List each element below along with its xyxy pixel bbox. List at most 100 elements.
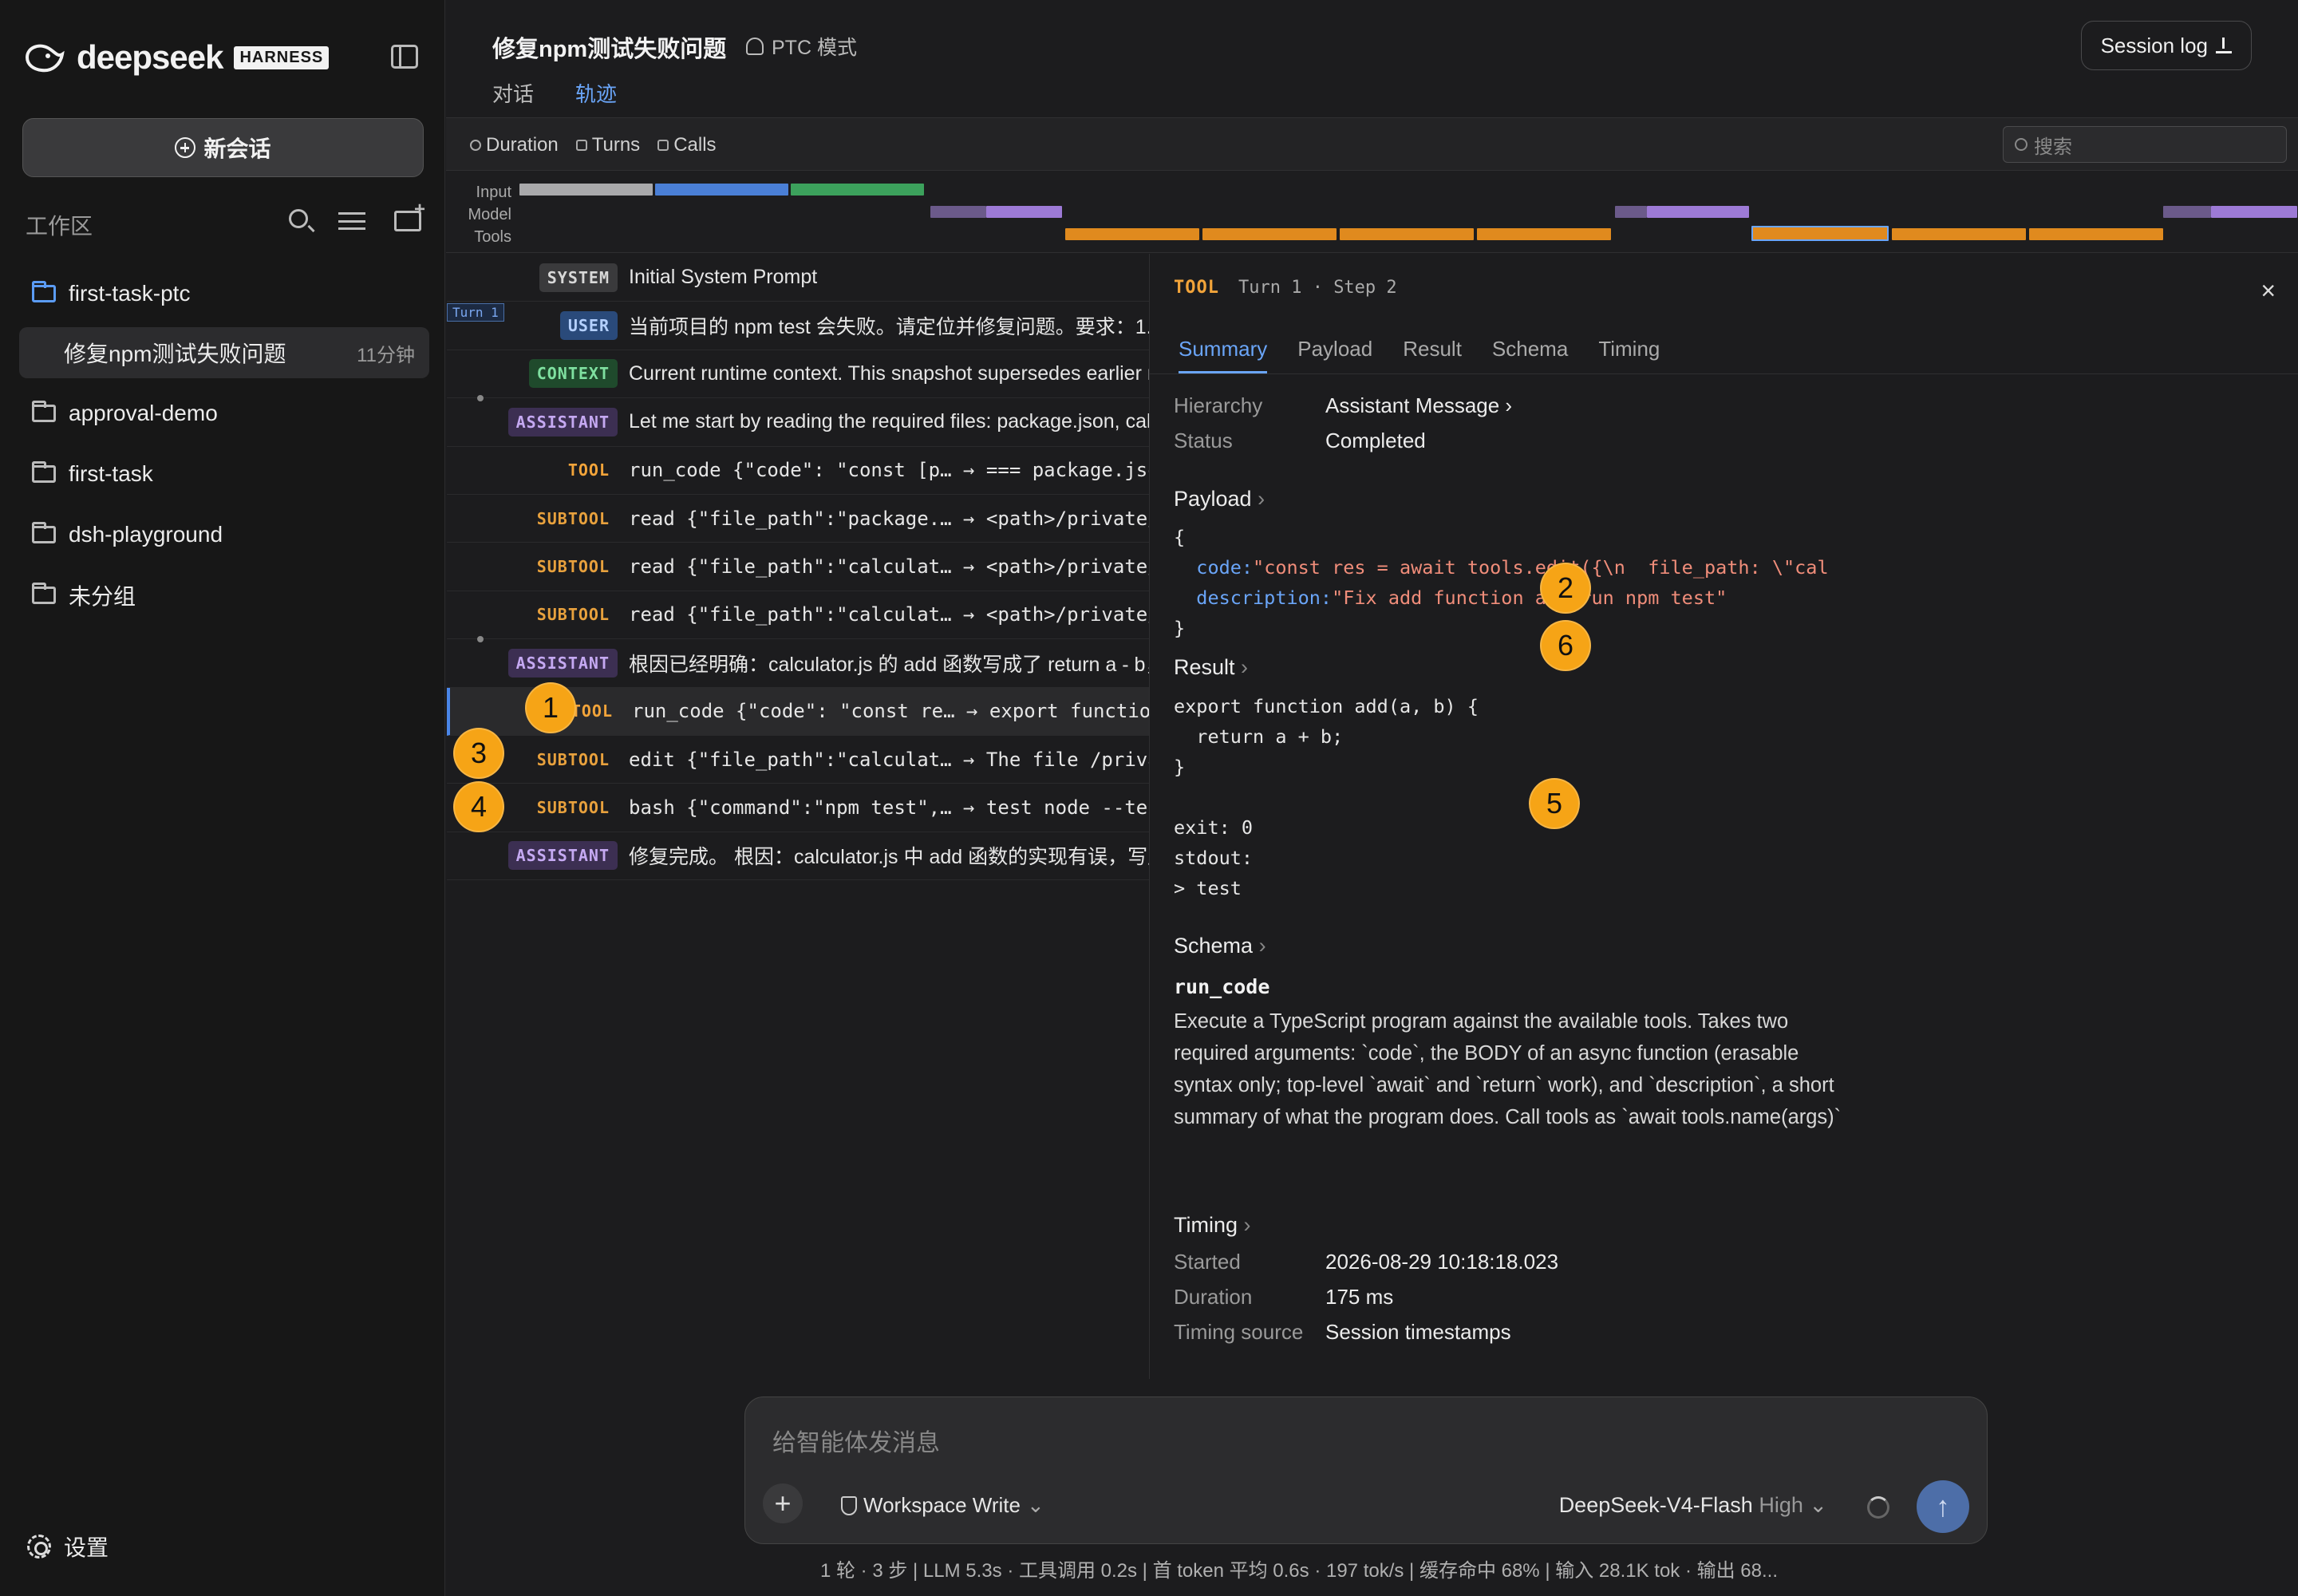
detail-tab-result[interactable]: Result xyxy=(1403,337,1462,374)
clock-icon xyxy=(470,140,481,151)
folder-open-icon xyxy=(32,281,56,302)
schema-section-title[interactable]: Schema xyxy=(1174,934,1266,958)
schema-name: run_code xyxy=(1174,975,1270,998)
timeline-bar-model[interactable] xyxy=(2163,206,2211,218)
workspace-tools xyxy=(287,199,425,231)
payload-code: { code:"const res = await tools.edit({\n… xyxy=(1174,526,1829,639)
session-item-age: 11分钟 xyxy=(357,344,415,366)
timeline-bar-input[interactable] xyxy=(519,184,653,196)
trace-toolbar: Duration Turns Calls 搜索 xyxy=(446,118,2298,171)
kind-badge: TOOL xyxy=(567,460,610,480)
result-section-title[interactable]: Result xyxy=(1174,655,1248,680)
workspace-item-first-task-ptc[interactable]: first-task-ptc xyxy=(19,263,429,324)
timeline-bar-tool[interactable] xyxy=(1477,228,1611,240)
session-item[interactable]: 修复npm测试失败问题 11分钟 xyxy=(19,327,429,378)
session-log-button[interactable]: Session log xyxy=(2080,21,2252,70)
step-dot xyxy=(477,395,484,402)
started-row: Started 2026-08-29 10:18:18.023 xyxy=(1174,1250,1558,1274)
timeline-bar-model[interactable] xyxy=(986,206,1062,218)
timeline-bar-tool-selected[interactable] xyxy=(1751,226,1889,241)
status-value: Completed xyxy=(1325,429,1426,452)
kind-badge: ASSISTANT xyxy=(507,841,618,871)
arrow-up-icon: ↑ xyxy=(1936,1490,1950,1523)
loading-spinner-icon xyxy=(1867,1496,1889,1519)
whale-logo-icon xyxy=(25,44,65,73)
timeline-bar-tool[interactable] xyxy=(1340,228,1474,240)
logo[interactable]: deepseek HARNESS xyxy=(24,38,330,77)
close-icon[interactable]: × xyxy=(2260,276,2276,306)
annotation-marker-3: 3 xyxy=(453,728,504,779)
timeline-label-tools: Tools xyxy=(474,228,511,246)
download-icon xyxy=(2216,38,2232,53)
detail-tab-payload[interactable]: Payload xyxy=(1297,337,1372,374)
timing-source-row: Timing source Session timestamps xyxy=(1174,1320,1511,1345)
timing-section-title[interactable]: Timing xyxy=(1174,1213,1251,1238)
timeline-bar-tool[interactable] xyxy=(2029,228,2163,240)
detail-step: Turn 1 · Step 2 xyxy=(1238,278,1397,298)
annotation-marker-2: 2 xyxy=(1540,563,1591,614)
list-icon xyxy=(657,140,669,151)
status-label: Status xyxy=(1174,429,1233,452)
search-icon[interactable] xyxy=(289,209,308,228)
workspace-item-dsh-playground[interactable]: dsh-playground xyxy=(19,504,429,565)
timeline-bar-input[interactable] xyxy=(655,184,788,196)
detail-tab-timing[interactable]: Timing xyxy=(1598,337,1660,374)
search-icon xyxy=(2015,138,2028,151)
workspace-item-first-task[interactable]: first-task xyxy=(19,444,429,504)
permission-selector[interactable]: Workspace Write ⌄ xyxy=(841,1493,1044,1518)
duration-label: Duration xyxy=(486,134,559,156)
new-chat-button[interactable]: 新会话 xyxy=(22,118,424,177)
workspace-label: 工作区 xyxy=(26,214,93,239)
timeline-bar-tool[interactable] xyxy=(1892,228,2026,240)
session-stats: 1 轮 · 3 步 | LLM 5.3s · 工具调用 0.2s | 首 tok… xyxy=(820,1560,1778,1582)
workspace-item-label: first-task xyxy=(69,461,153,486)
detail-tab-summary[interactable]: Summary xyxy=(1179,337,1268,374)
send-button[interactable]: ↑ xyxy=(1917,1480,1969,1533)
payload-section-title[interactable]: Payload xyxy=(1174,487,1265,512)
turns-button[interactable]: Turns xyxy=(575,134,641,156)
payload-value: "const res = await tools.edit({\n file_p… xyxy=(1253,556,1829,579)
workspace-item-label: 未分组 xyxy=(69,584,136,609)
workspace-item-label: first-task-ptc xyxy=(69,281,191,306)
message-composer[interactable]: 给智能体发消息 + Workspace Write ⌄ DeepSeek-V4-… xyxy=(744,1396,1988,1544)
hierarchy-label: Hierarchy xyxy=(1174,393,1263,417)
timeline-bar-tool[interactable] xyxy=(1065,228,1199,240)
attach-plus-button[interactable]: + xyxy=(763,1483,803,1523)
payload-key: code: xyxy=(1196,556,1254,579)
annotation-marker-5: 5 xyxy=(1529,778,1580,829)
workspace-item-label: approval-demo xyxy=(69,401,218,425)
duration-button[interactable]: Duration xyxy=(470,134,559,156)
settings-label: 设置 xyxy=(64,1535,109,1560)
timeline-bar-model[interactable] xyxy=(1615,206,1647,218)
shield-icon xyxy=(841,1495,857,1515)
workspace-item-ungrouped[interactable]: 未分组 xyxy=(19,565,429,626)
timeline-bar-model[interactable] xyxy=(2211,206,2297,218)
schema-description: Execute a TypeScript program against the… xyxy=(1174,1010,1842,1128)
chevron-down-icon: ⌄ xyxy=(1026,1493,1044,1517)
payload-value: "Fix add function and run npm test" xyxy=(1332,587,1727,609)
sidebar-toggle-icon[interactable] xyxy=(391,45,418,69)
workspace-item-approval-demo[interactable]: approval-demo xyxy=(19,383,429,444)
timeline-bar-model[interactable] xyxy=(1647,206,1749,218)
new-folder-icon[interactable] xyxy=(394,199,425,231)
timeline[interactable]: Input Model Tools xyxy=(446,172,2298,253)
sidebar: deepseek HARNESS 新会话 工作区 first-task-ptc … xyxy=(0,0,445,1596)
detail-tab-schema[interactable]: Schema xyxy=(1492,337,1568,374)
timeline-bar-input[interactable] xyxy=(791,184,924,196)
detail-tab-divider xyxy=(1150,373,2298,374)
hierarchy-link[interactable]: Assistant Message › xyxy=(1325,393,1512,418)
turns-label: Turns xyxy=(591,134,641,156)
chevron-down-icon: ⌄ xyxy=(1809,1493,1827,1517)
timeline-bar-model[interactable] xyxy=(930,206,986,218)
filter-sliders-icon[interactable] xyxy=(338,212,365,230)
settings-button[interactable]: 设置 xyxy=(27,1531,109,1562)
message-input[interactable]: 给智能体发消息 xyxy=(772,1423,940,1458)
plus-circle-icon xyxy=(175,137,196,158)
model-selector[interactable]: DeepSeek-V4-Flash High ⌄ xyxy=(1559,1493,1827,1518)
kind-badge: USER xyxy=(559,311,618,341)
trace-search-input[interactable]: 搜索 xyxy=(2003,126,2287,163)
detail-tabs: Summary Payload Result Schema Timing xyxy=(1179,337,1660,374)
calls-button[interactable]: Calls xyxy=(657,134,717,156)
calls-label: Calls xyxy=(673,134,717,156)
timeline-bar-tool[interactable] xyxy=(1202,228,1337,240)
